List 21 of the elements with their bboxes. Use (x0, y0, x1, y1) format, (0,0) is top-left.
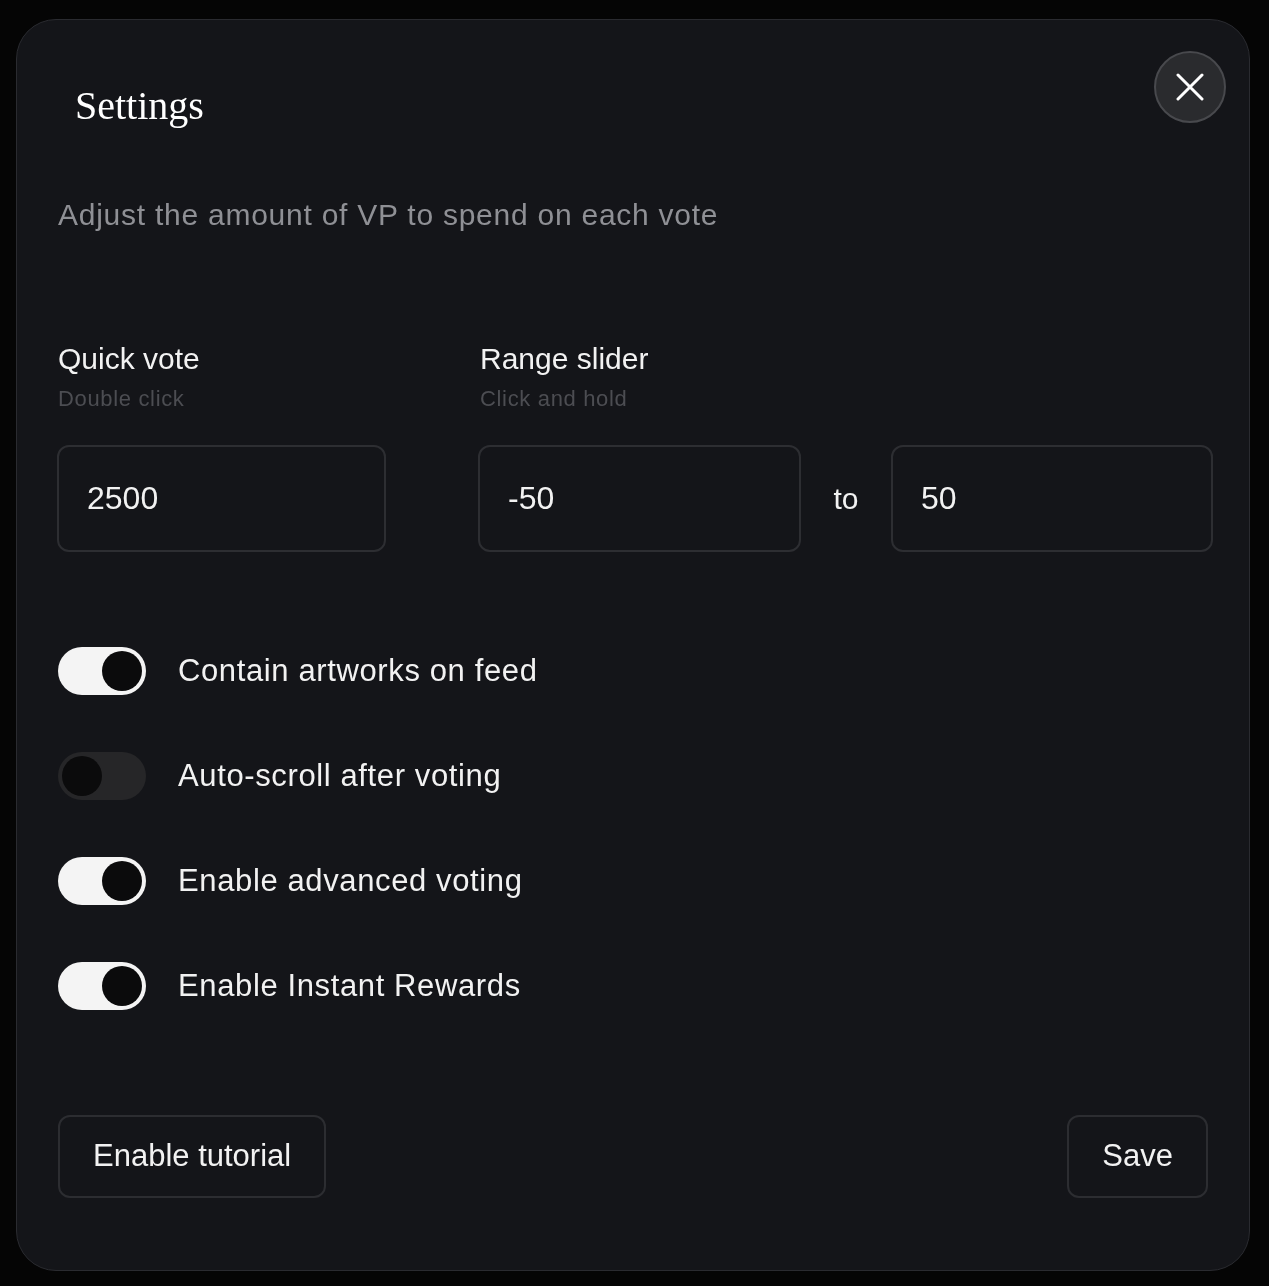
toggle-switch[interactable] (58, 857, 146, 905)
toggle-label: Enable Instant Rewards (178, 967, 521, 1005)
tutorial-button[interactable]: Enable tutorial (58, 1115, 327, 1198)
toggle-label: Enable advanced voting (178, 862, 523, 900)
dialog-description: Adjust the amount of VP to spend on each vote (58, 197, 720, 233)
close-icon (1176, 73, 1204, 101)
number-input-field[interactable]: -50 (478, 445, 801, 552)
toggle-label: Auto-scroll after voting (178, 757, 502, 795)
number-input-field[interactable]: 2500 (57, 445, 386, 552)
range-separator: to (832, 481, 860, 517)
quick-vote-hint: Double click (58, 386, 186, 412)
toggle-switch[interactable] (58, 647, 146, 695)
range-slider-hint: Click and hold (480, 386, 629, 412)
range-slider-label: Range slider (480, 341, 650, 377)
quick-vote-label: Quick vote (58, 341, 201, 377)
save-button[interactable]: Save (1067, 1115, 1208, 1198)
number-input-field[interactable]: 50 (891, 445, 1213, 552)
toggle-switch[interactable] (58, 752, 146, 800)
toggle-switch[interactable] (58, 962, 146, 1010)
dialog-title: Settings (75, 82, 204, 130)
toggle-label: Contain artworks on feed (178, 652, 538, 690)
